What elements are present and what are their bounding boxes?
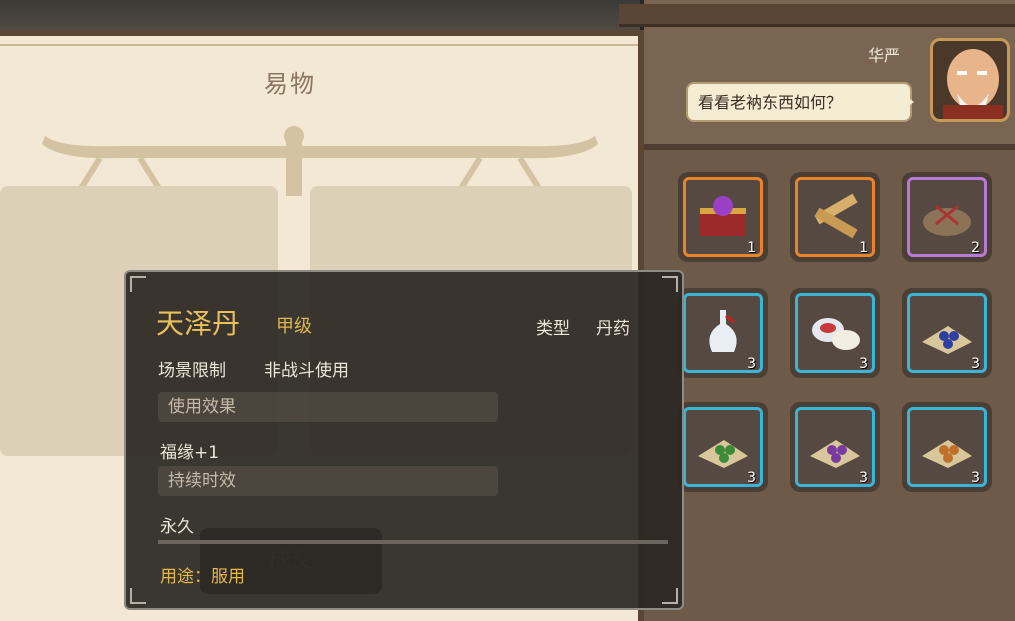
inventory-slot[interactable]: 1: [678, 172, 768, 262]
slot-quantity: 3: [859, 470, 868, 486]
item-tooltip: 天泽丹 甲级 类型 丹药 场景限制 非战斗使用 使用效果 福缘+1 持续时效 永…: [124, 270, 684, 610]
inventory-slot[interactable]: 3: [678, 402, 768, 492]
slot-quantity: 2: [971, 240, 980, 256]
slot-quantity: 3: [971, 356, 980, 372]
item-type-label: 类型: [536, 319, 570, 339]
duration-header: 持续时效: [158, 466, 498, 496]
scene-limit-label: 场景限制: [158, 361, 226, 381]
top-backdrop: [0, 0, 640, 30]
npc-portrait: [930, 38, 1010, 122]
inventory-slot[interactable]: 3: [902, 402, 992, 492]
slot-quantity: 3: [971, 470, 980, 486]
inventory-slot[interactable]: 2: [902, 172, 992, 262]
balance-scale-icon: [42, 126, 598, 196]
panel-top-rule: [0, 44, 638, 46]
slot-quantity: 3: [747, 356, 756, 372]
slot-quantity: 3: [747, 470, 756, 486]
inventory-slot[interactable]: 3: [790, 288, 880, 378]
effect-header: 使用效果: [158, 392, 498, 422]
item-usage: 用途：服用: [160, 567, 245, 587]
slot-quantity: 3: [859, 356, 868, 372]
merchant-panel: 华严 看看老衲东西如何？ 1 1 2 3 3 3 3 3 3: [619, 0, 1015, 621]
item-type-value: 丹药: [596, 319, 630, 339]
monk-face-icon: [943, 49, 1003, 119]
roof-beam: [619, 4, 1015, 27]
slot-quantity: 1: [859, 240, 868, 256]
npc-name: 华严: [868, 46, 901, 65]
npc-header: 华严 看看老衲东西如何？: [619, 0, 1015, 150]
npc-speech-bubble: 看看老衲东西如何？: [686, 82, 914, 122]
slot-quantity: 1: [747, 240, 756, 256]
inventory-slot[interactable]: 3: [678, 288, 768, 378]
duration-value: 永久: [160, 517, 194, 537]
scene-limit-value: 非战斗使用: [264, 361, 349, 381]
item-name: 天泽丹: [156, 307, 241, 340]
inventory-slot[interactable]: 1: [790, 172, 880, 262]
inventory-slot[interactable]: 3: [902, 288, 992, 378]
effect-value: 福缘+1: [160, 443, 220, 463]
trade-panel-title: 易物: [264, 70, 316, 98]
inventory-slot[interactable]: 3: [790, 402, 880, 492]
tooltip-divider: [158, 540, 668, 544]
item-grade: 甲级: [276, 316, 312, 337]
